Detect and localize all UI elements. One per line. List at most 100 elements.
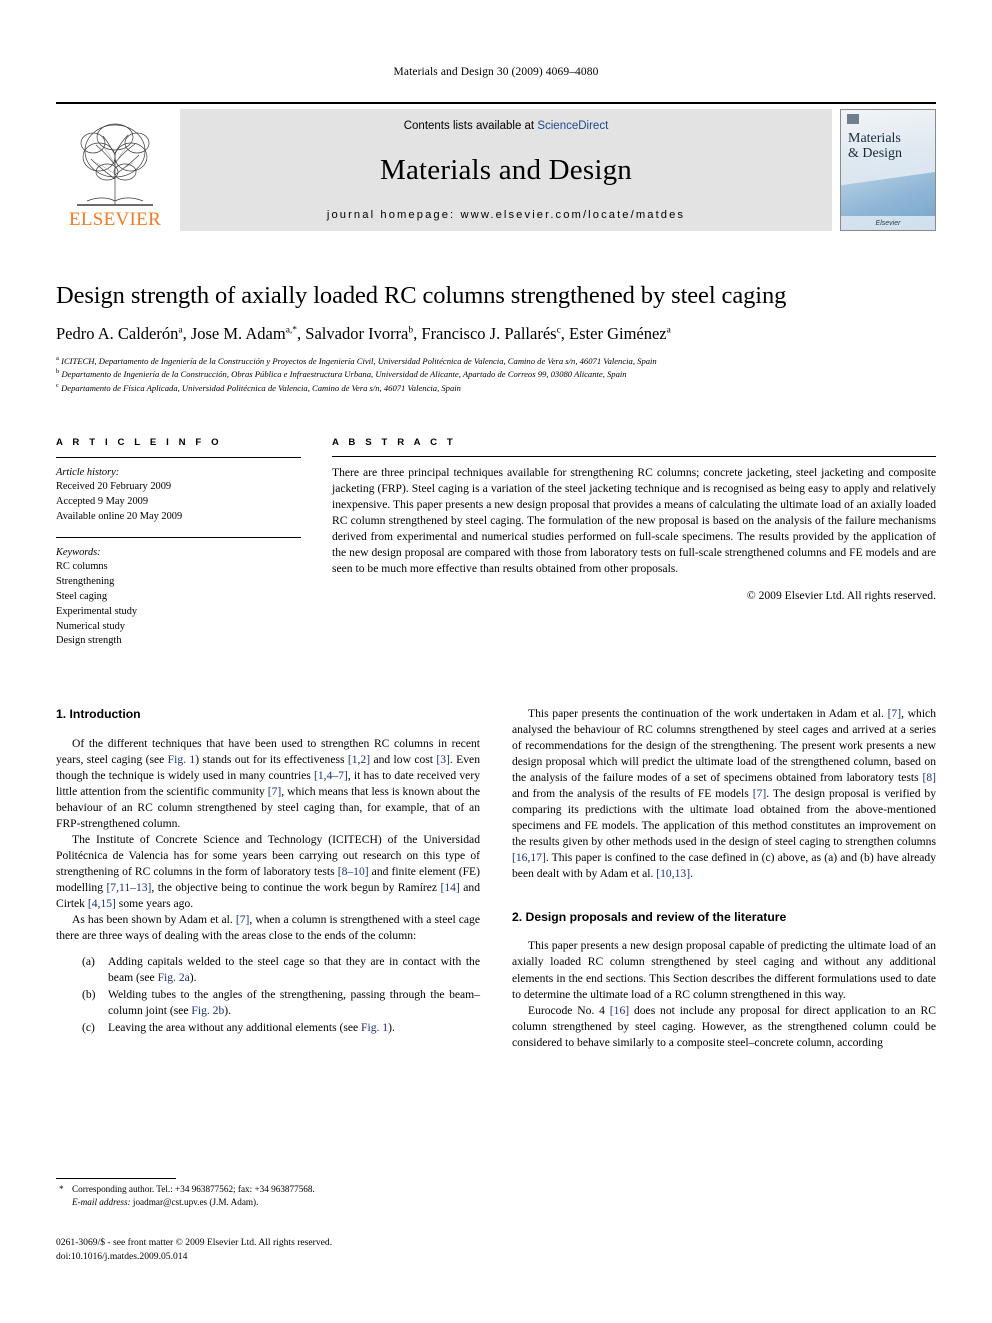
cover-publisher-mark <box>847 114 859 124</box>
citation-link[interactable]: [7] <box>888 707 902 720</box>
citation-link[interactable]: [10,13] <box>656 867 690 880</box>
list-item: (b) Welding tubes to the angles of the st… <box>82 987 480 1019</box>
body-columns: 1. Introduction Of the different techniq… <box>56 706 936 1236</box>
citation-link[interactable]: [8–10] <box>338 865 369 878</box>
left-column: 1. Introduction Of the different techniq… <box>56 706 480 1037</box>
divider <box>56 536 301 538</box>
text-run: . This paper is confined to the case def… <box>512 851 936 881</box>
list-item: (a) Adding capitals welded to the steel c… <box>82 954 480 986</box>
citation-link[interactable]: [7,11–13] <box>106 881 151 894</box>
article-info-heading: A R T I C L E I N F O <box>56 437 223 448</box>
citation-link[interactable]: [3] <box>436 753 450 766</box>
list-marker: (a) <box>82 954 95 968</box>
keyword-item: Strengthening <box>56 576 115 588</box>
section2-paragraph-2: Eurocode No. 4 [16] does not include any… <box>512 1003 936 1051</box>
author-affil-marker: c <box>556 325 561 336</box>
citation-link[interactable]: [7] <box>268 785 282 798</box>
keyword-item: Design strength <box>56 635 122 647</box>
keywords-label: Keywords: <box>56 546 101 558</box>
list-item: (c) Leaving the area without any addition… <box>82 1020 480 1036</box>
affiliation-marker: a <box>56 355 59 362</box>
sciencedirect-banner: Contents lists available at ScienceDirec… <box>180 109 832 231</box>
history-item: Accepted 9 May 2009 <box>56 496 149 508</box>
intro-paragraph-3: As has been shown by Adam et al. [7], wh… <box>56 912 480 944</box>
doi-line: doi:10.1016/j.matdes.2009.05.014 <box>56 1250 188 1262</box>
text-run: Welding tubes to the angles of the stren… <box>108 987 480 1017</box>
citation-link[interactable]: [16] <box>610 1004 629 1017</box>
cover-footer: Elsevier <box>841 220 935 227</box>
divider <box>332 456 936 458</box>
elsevier-logo: ELSEVIER <box>56 109 174 231</box>
history-item: Received 20 February 2009 <box>56 481 172 493</box>
corresponding-author-footnote: * Corresponding author. Tel.: +34 963877… <box>56 1178 480 1210</box>
list-marker: (b) <box>82 987 96 1001</box>
divider <box>56 456 301 458</box>
text-run: and low cost <box>370 752 437 766</box>
citation-link[interactable]: [7] <box>236 913 250 926</box>
footnote-star-marker: * <box>59 1184 64 1194</box>
elsevier-wordmark: ELSEVIER <box>68 209 162 230</box>
text-run: ). <box>224 1003 232 1017</box>
text-run: and from the analysis of the results of … <box>512 787 753 801</box>
citation-link[interactable]: [1,4–7] <box>314 769 348 782</box>
footnote-line-1: * Corresponding author. Tel.: +34 963877… <box>56 1183 480 1196</box>
affiliation-c: c Departamento de Física Aplicada, Unive… <box>56 381 461 393</box>
citation-link[interactable]: [14] <box>441 881 460 894</box>
journal-homepage-line[interactable]: journal homepage: www.elsevier.com/locat… <box>327 209 685 221</box>
elsevier-tree-icon <box>77 123 153 206</box>
text-run: Leaving the area without any additional … <box>108 1020 362 1034</box>
intro-paragraph-1: Of the different techniques that have be… <box>56 736 480 832</box>
affiliation-marker: b <box>56 368 60 376</box>
issn-frontmatter-line: 0261-3069/$ - see front matter © 2009 El… <box>56 1237 333 1248</box>
abstract-text: There are three principal techniques ava… <box>332 466 936 576</box>
journal-title: Materials and Design <box>379 154 633 186</box>
keywords-list: RC columns Strengthening Steel caging Ex… <box>56 560 301 649</box>
article-history-label: Article history: <box>56 466 120 478</box>
text-run: , the objective being to continue the wo… <box>151 881 441 895</box>
keyword-item: Experimental study <box>56 605 138 617</box>
sciencedirect-link[interactable]: ScienceDirect <box>537 120 608 132</box>
article-first-page: Materials and Design 30 (2009) 4069–4080 <box>0 0 992 1323</box>
citation-link[interactable]: [8] <box>922 771 936 784</box>
cover-footer-brand: Elsevier <box>875 220 901 227</box>
journal-masthead: ELSEVIER Contents lists available at Sci… <box>56 102 936 231</box>
keyword-item: Numerical study <box>56 620 125 632</box>
section-heading-introduction: 1. Introduction <box>56 707 141 721</box>
section-heading-design-proposals: 2. Design proposals and review of the li… <box>512 909 787 924</box>
corresponding-author-marker: * <box>292 325 298 336</box>
text-run: . <box>690 867 693 881</box>
text-run: ) stands out for its effectiveness <box>195 752 348 766</box>
figure-reference-link[interactable]: Fig. 1 <box>361 1021 388 1034</box>
text-run: Eurocode No. 4 <box>528 1003 610 1017</box>
citation-link[interactable]: [16,17] <box>512 851 546 864</box>
email-address-label: E-mail address: <box>72 1197 131 1208</box>
figure-reference-link[interactable]: Fig. 2b <box>191 1004 224 1017</box>
email-owner: (J.M. Adam). <box>209 1197 259 1208</box>
contents-prefix: Contents lists available at <box>403 120 535 132</box>
text-run: ). <box>388 1020 395 1034</box>
text-run: As has been shown by Adam et al. <box>72 913 236 927</box>
keyword-item: Steel caging <box>56 590 108 602</box>
article-info-column: A R T I C L E I N F O Article history: R… <box>56 436 301 649</box>
author-affil-marker: b <box>408 325 414 336</box>
right-paragraph-1: This paper presents the continuation of … <box>512 706 936 883</box>
corresponding-author-text: Corresponding author. Tel.: +34 96387756… <box>72 1184 315 1194</box>
text-run: ). <box>189 970 197 984</box>
author-affil-marker: a <box>178 325 183 336</box>
affiliation-b: b Departamento de Ingeniería de la Const… <box>56 368 627 380</box>
citation-link[interactable]: [4,15] <box>88 897 116 910</box>
abstract-heading: A B S T R A C T <box>332 437 457 448</box>
citation-link[interactable]: [1,2] <box>348 753 370 766</box>
figure-reference-link[interactable]: Fig. 1 <box>168 753 196 766</box>
email-link[interactable]: joadmar@cst.upv.es <box>133 1197 207 1207</box>
cover-title-line1: Materials <box>848 131 901 146</box>
article-title: Design strength of axially loaded RC col… <box>56 282 787 309</box>
info-abstract-block: A R T I C L E I N F O Article history: R… <box>56 436 936 649</box>
citation-link[interactable]: [7] <box>753 787 767 800</box>
article-history-list: Received 20 February 2009 Accepted 9 May… <box>56 480 301 524</box>
figure-reference-link[interactable]: Fig. 2a <box>158 971 190 984</box>
colophon: 0261-3069/$ - see front matter © 2009 El… <box>56 1236 486 1264</box>
author-affil-marker: a <box>666 325 671 336</box>
cover-title: Materials & Design <box>848 131 902 161</box>
contents-line: Contents lists available at ScienceDirec… <box>404 120 609 132</box>
